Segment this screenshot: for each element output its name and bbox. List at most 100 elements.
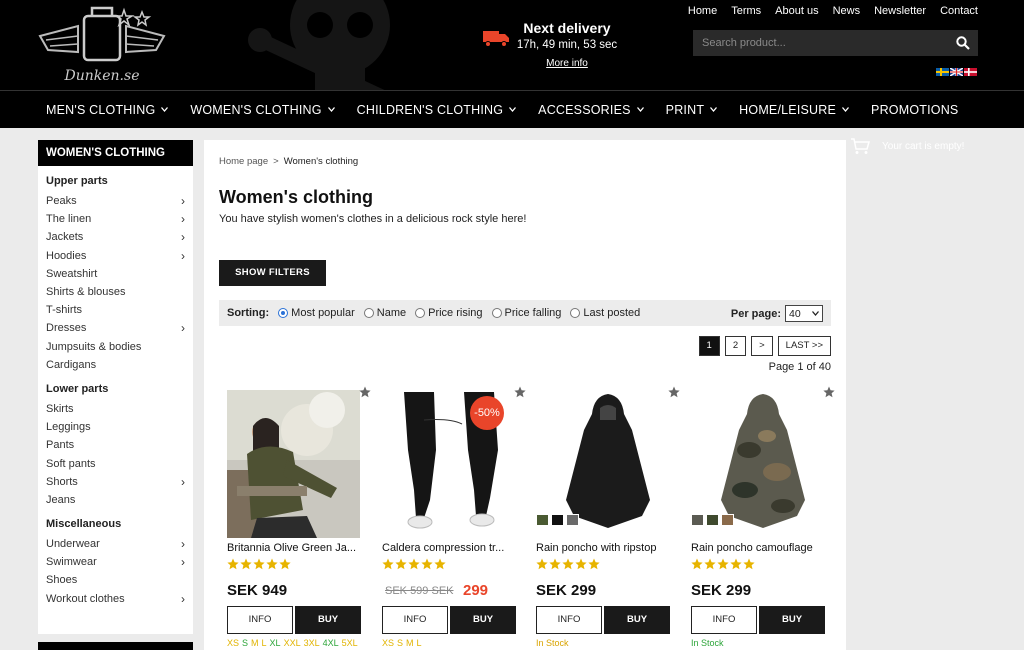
info-button[interactable]: INFO: [227, 606, 293, 634]
size-list: XS S M L: [382, 638, 425, 648]
sort-most-popular[interactable]: Most popular: [278, 307, 355, 319]
breadcrumb-home[interactable]: Home page: [219, 156, 268, 167]
sidebar-item-jeans[interactable]: Jeans: [46, 491, 185, 509]
sidebar-item-leggings[interactable]: Leggings: [46, 418, 185, 436]
buy-button[interactable]: BUY: [604, 606, 670, 634]
main-nav: MEN'S CLOTHING WOMEN'S CLOTHING CHILDREN…: [0, 90, 1024, 128]
chevron-down-icon: [509, 107, 517, 112]
sidebar-item-jumpsuits-bodies[interactable]: Jumpsuits & bodies: [46, 338, 185, 356]
site-header: Dunken.se Next delivery 17h, 49 min, 53 …: [0, 0, 1024, 90]
top-link-terms[interactable]: Terms: [731, 5, 761, 17]
sidebar-item-jackets[interactable]: Jackets ›: [46, 228, 185, 246]
sidebar-item-the-linen[interactable]: The linen ›: [46, 210, 185, 228]
page-2-button[interactable]: 2: [724, 336, 747, 356]
sidebar-item-swimwear[interactable]: Swimwear ›: [46, 553, 185, 571]
top-link-home[interactable]: Home: [688, 5, 717, 17]
info-button[interactable]: INFO: [536, 606, 602, 634]
sidebar-item-dresses[interactable]: Dresses ›: [46, 319, 185, 337]
sidebar-item-shoes[interactable]: Shoes: [46, 571, 185, 589]
sort-price-rising[interactable]: Price rising: [415, 307, 483, 319]
star-icon: [717, 558, 729, 570]
nav-childrens-clothing[interactable]: CHILDREN'S CLOTHING: [357, 103, 517, 117]
sale-badge: -50%: [470, 396, 504, 430]
per-page: Per page: 40: [731, 305, 823, 322]
buy-button[interactable]: BUY: [759, 606, 825, 634]
top-link-newsletter[interactable]: Newsletter: [874, 5, 926, 17]
site-logo[interactable]: Dunken.se: [38, 4, 166, 86]
color-swatch[interactable]: [551, 514, 564, 526]
sidebar-group-title: Miscellaneous: [46, 518, 122, 530]
sidebar-item-peaks[interactable]: Peaks ›: [46, 192, 185, 210]
sort-name[interactable]: Name: [363, 307, 406, 319]
product-name[interactable]: Rain poncho with ripstop: [536, 542, 674, 554]
chevron-down-icon: [327, 107, 335, 112]
info-button[interactable]: INFO: [382, 606, 448, 634]
nav-mens-clothing[interactable]: MEN'S CLOTHING: [46, 103, 169, 117]
star-icon: [743, 558, 755, 570]
favorite-star-icon[interactable]: [514, 386, 526, 398]
color-swatch[interactable]: [691, 514, 704, 526]
top-link-contact[interactable]: Contact: [940, 5, 978, 17]
favorite-star-icon[interactable]: [668, 386, 680, 398]
sidebar-item-soft-pants[interactable]: Soft pants: [46, 454, 185, 472]
favorite-star-icon[interactable]: [823, 386, 835, 398]
nav-accessories[interactable]: ACCESSORIES: [538, 103, 644, 117]
sidebar-item-sweatshirt[interactable]: Sweatshirt: [46, 265, 185, 283]
next-page-button[interactable]: >: [751, 336, 773, 356]
size-list: XS S M L XL XXL 3XL 4XL 5XL: [227, 638, 361, 648]
sidebar-item-underwear[interactable]: Underwear ›: [46, 535, 185, 553]
size-s: S: [397, 638, 404, 648]
delivery-more-info-link[interactable]: More info: [512, 56, 622, 72]
info-button[interactable]: INFO: [691, 606, 757, 634]
color-swatch[interactable]: [721, 514, 734, 526]
radio-icon: [570, 308, 581, 318]
sidebar-item-shorts[interactable]: Shorts ›: [46, 473, 185, 491]
flag-sweden-icon[interactable]: [936, 68, 949, 76]
delivery-countdown: 17h, 49 min, 53 sec: [516, 39, 618, 51]
color-swatch[interactable]: [536, 514, 549, 526]
chevron-down-icon: [842, 107, 850, 112]
color-swatch[interactable]: [566, 514, 579, 526]
page-1-button[interactable]: 1: [698, 336, 720, 356]
sort-price-falling[interactable]: Price falling: [491, 307, 561, 319]
sidebar-item-skirts[interactable]: Skirts: [46, 400, 185, 418]
star-icon: [395, 558, 407, 570]
sort-last-posted[interactable]: Last posted: [570, 307, 640, 319]
search-input[interactable]: [693, 30, 943, 56]
star-icon: [691, 558, 703, 570]
search-icon[interactable]: [956, 36, 970, 50]
per-page-select[interactable]: 40: [785, 305, 823, 322]
flag-denmark-icon[interactable]: [964, 68, 977, 76]
nav-home-leisure[interactable]: HOME/LEISURE: [739, 103, 850, 117]
next-delivery: Next delivery 17h, 49 min, 53 sec More i…: [482, 20, 632, 76]
sidebar-item-pants[interactable]: Pants: [46, 436, 185, 454]
top-link-news[interactable]: News: [833, 5, 861, 17]
product-image[interactable]: [227, 390, 360, 538]
favorite-star-icon[interactable]: [359, 386, 371, 398]
sidebar-item-cardigans[interactable]: Cardigans: [46, 356, 185, 374]
product-name[interactable]: Caldera compression tr...: [382, 542, 520, 554]
cart-status[interactable]: Your cart is empty!: [850, 138, 964, 155]
show-filters-button[interactable]: SHOW FILTERS: [219, 260, 326, 286]
star-icon: [730, 558, 742, 570]
chevron-right-icon: ›: [181, 194, 185, 209]
star-icon: [421, 558, 433, 570]
color-swatch[interactable]: [706, 514, 719, 526]
size-m: M: [406, 638, 414, 648]
flag-uk-icon[interactable]: [950, 68, 963, 76]
sidebar-item-t-shirts[interactable]: T-shirts: [46, 301, 185, 319]
sidebar-item-hoodies[interactable]: Hoodies ›: [46, 247, 185, 265]
size-xs: XS: [227, 638, 240, 648]
product-name[interactable]: Britannia Olive Green Ja...: [227, 542, 365, 554]
nav-print[interactable]: PRINT: [666, 103, 718, 117]
buy-button[interactable]: BUY: [295, 606, 361, 634]
top-link-about[interactable]: About us: [775, 5, 818, 17]
product-name[interactable]: Rain poncho camouflage: [691, 542, 829, 554]
nav-promotions[interactable]: PROMOTIONS: [871, 103, 958, 117]
nav-womens-clothing[interactable]: WOMEN'S CLOTHING: [190, 103, 335, 117]
page-title: Women's clothing: [219, 187, 373, 207]
last-page-button[interactable]: LAST >>: [777, 336, 831, 356]
sidebar-item-shirts-blouses[interactable]: Shirts & blouses: [46, 283, 185, 301]
sidebar-item-workout-clothes[interactable]: Workout clothes ›: [46, 590, 185, 608]
buy-button[interactable]: BUY: [450, 606, 516, 634]
